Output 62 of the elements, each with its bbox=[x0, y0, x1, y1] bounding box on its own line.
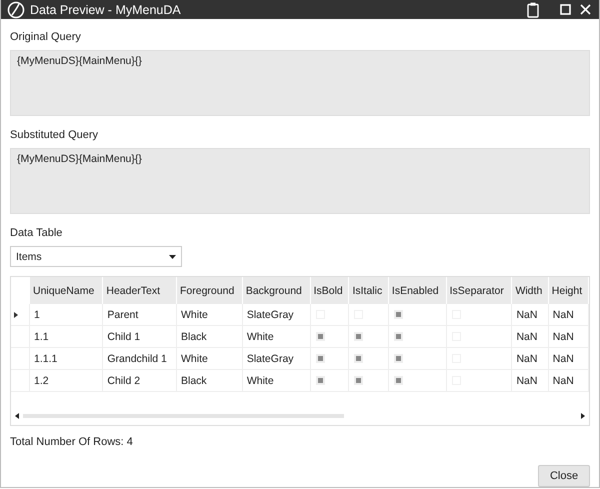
table-cell: SlateGray bbox=[242, 304, 310, 326]
close-button[interactable]: Close bbox=[538, 465, 590, 487]
scroll-right-icon[interactable] bbox=[581, 413, 585, 419]
column-header[interactable]: UniqueName bbox=[30, 277, 103, 304]
section-label: Original Query bbox=[10, 31, 82, 45]
checkbox[interactable] bbox=[316, 376, 325, 386]
table-cell: 1.2 bbox=[30, 370, 103, 392]
column-header[interactable]: Width bbox=[512, 277, 548, 304]
checkbox[interactable] bbox=[354, 354, 364, 364]
table-cell: NaN bbox=[548, 304, 588, 326]
checkbox[interactable] bbox=[354, 376, 364, 386]
section-label: Data Table bbox=[10, 227, 64, 241]
table-cell: NaN bbox=[548, 370, 588, 392]
table-cell: White bbox=[176, 304, 242, 326]
column-header[interactable]: Foreground bbox=[176, 277, 242, 304]
table-cell: 1.1 bbox=[30, 326, 103, 348]
table-cell: Black bbox=[176, 326, 242, 348]
table-cell: Child 2 bbox=[102, 370, 176, 392]
current-row-icon bbox=[14, 312, 18, 318]
table-cell: NaN bbox=[548, 348, 588, 370]
column-header[interactable]: Background bbox=[242, 277, 310, 304]
table-cell: Parent bbox=[102, 304, 176, 326]
table-cell: Black bbox=[176, 370, 242, 392]
query-field[interactable]: {MyMenuDS}{MainMenu}{} bbox=[10, 148, 590, 214]
logo-icon bbox=[7, 0, 25, 18]
section-label: Substituted Query bbox=[10, 129, 100, 143]
row-count: Total Number Of Rows: 4 bbox=[10, 436, 134, 448]
query-field[interactable]: {MyMenuDS}{MainMenu}{} bbox=[10, 50, 590, 116]
column-header[interactable]: Height bbox=[548, 277, 588, 304]
maximize-icon[interactable] bbox=[560, 4, 571, 15]
table-cell: 1 bbox=[30, 304, 103, 326]
table-cell: NaN bbox=[512, 304, 548, 326]
caret-icon bbox=[169, 254, 176, 258]
column-header[interactable]: HeaderText bbox=[102, 277, 176, 304]
window-title: Data Preview - MyMenuDA bbox=[30, 2, 181, 16]
table-cell: NaN bbox=[548, 326, 588, 348]
checkbox[interactable] bbox=[394, 310, 403, 320]
table-dropdown[interactable]: Items bbox=[10, 246, 182, 267]
table-cell: White bbox=[242, 370, 310, 392]
table-cell: NaN bbox=[512, 370, 548, 392]
checkbox[interactable] bbox=[316, 354, 325, 364]
clipboard-icon[interactable] bbox=[527, 2, 539, 18]
table-cell: White bbox=[242, 326, 310, 348]
table-cell: White bbox=[176, 348, 242, 370]
checkbox[interactable] bbox=[394, 332, 403, 342]
table-cell: Child 1 bbox=[102, 326, 176, 348]
table-cell: Grandchild 1 bbox=[102, 348, 176, 370]
checkbox[interactable] bbox=[354, 332, 364, 342]
column-header[interactable]: IsItalic bbox=[348, 277, 388, 304]
close-icon[interactable] bbox=[580, 4, 591, 15]
checkbox[interactable] bbox=[394, 376, 403, 386]
column-header[interactable]: IsEnabled bbox=[388, 277, 446, 304]
table-cell: 1.1.1 bbox=[30, 348, 103, 370]
column-header[interactable]: IsSeparator bbox=[446, 277, 512, 304]
table-cell: NaN bbox=[512, 348, 548, 370]
scroll-left-icon[interactable] bbox=[15, 413, 19, 419]
table-cell: NaN bbox=[512, 326, 548, 348]
checkbox[interactable] bbox=[394, 354, 403, 364]
row-header[interactable] bbox=[11, 304, 30, 326]
table-cell: SlateGray bbox=[242, 348, 310, 370]
column-header[interactable]: IsBold bbox=[310, 277, 349, 304]
checkbox[interactable] bbox=[316, 332, 325, 342]
